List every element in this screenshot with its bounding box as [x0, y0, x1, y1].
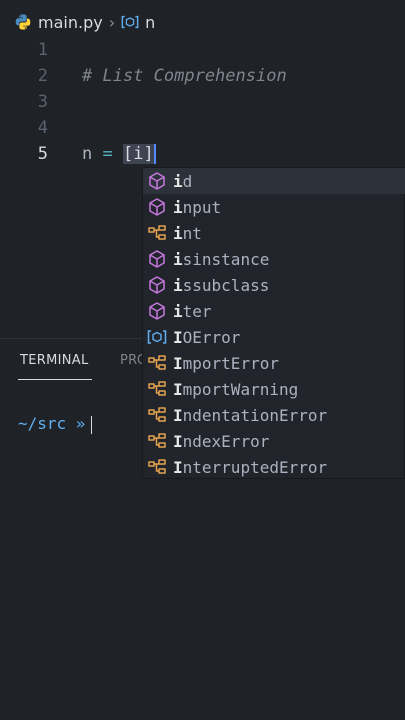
class-icon — [148, 355, 166, 370]
suggestion-item[interactable]: IndexError — [143, 428, 405, 454]
code-line-2[interactable]: 2 # List Comprehension — [0, 63, 405, 89]
python-file-icon — [15, 14, 31, 30]
suggestion-rest: nt — [182, 223, 202, 243]
suggestion-item[interactable]: InterruptedError — [143, 454, 405, 480]
suggestion-rest: mportWarning — [182, 379, 299, 399]
suggestion-rest: OError — [182, 327, 241, 347]
suggestion-rest: nterruptedError — [182, 457, 328, 477]
class-icon — [148, 381, 166, 396]
suggestion-item[interactable]: ImportError — [143, 350, 405, 376]
terminal-prompt: ~/src » — [18, 414, 86, 433]
suggestion-item[interactable]: i nput — [143, 194, 405, 220]
suggestion-match: i — [173, 275, 183, 295]
line-number: 3 — [37, 92, 48, 112]
bracket-open: [ — [123, 144, 134, 164]
suggestion-rest: sinstance — [182, 249, 270, 269]
variable-token: n — [82, 144, 93, 164]
breadcrumb-symbol[interactable]: n — [145, 13, 155, 32]
active-tab-indicator — [18, 379, 92, 380]
suggestion-match: i — [173, 171, 183, 191]
line-number: 4 — [37, 118, 48, 138]
suggestion-item[interactable]: i ter — [143, 298, 405, 324]
typed-token: i — [133, 144, 144, 164]
class-icon — [148, 407, 166, 422]
suggestion-match: I — [173, 353, 183, 373]
code-line-4[interactable]: 4 — [0, 115, 405, 141]
suggestion-match: i — [173, 249, 183, 269]
suggestion-rest: ssubclass — [182, 275, 270, 295]
chevron-right-icon: › — [108, 12, 116, 32]
text-cursor — [153, 144, 156, 164]
suggestion-match: I — [173, 457, 183, 477]
cube-icon — [149, 250, 165, 268]
suggestion-item[interactable]: id — [143, 168, 405, 194]
code-line-3[interactable]: 3 — [0, 89, 405, 115]
code-line-1[interactable]: 1 — [0, 37, 405, 63]
variable-icon — [147, 330, 167, 344]
class-icon — [148, 225, 166, 240]
code-text[interactable]: n = [i] — [82, 141, 156, 167]
suggestion-item[interactable]: i ssubclass — [143, 272, 405, 298]
suggestion-rest: nput — [182, 197, 222, 217]
cube-icon — [149, 276, 165, 294]
suggestion-item[interactable]: IndentationError — [143, 402, 405, 428]
tab-terminal[interactable]: TERMINAL — [20, 353, 89, 368]
suggestion-rest: ter — [182, 301, 212, 321]
suggestion-rest: ndexError — [182, 431, 270, 451]
breadcrumb-file[interactable]: main.py — [38, 13, 103, 32]
code-line-5[interactable]: 5 n = [i] — [0, 141, 405, 167]
suggestion-match: i — [173, 197, 183, 217]
line-number: 5 — [37, 144, 48, 164]
operator-token: = — [102, 144, 113, 164]
terminal-cursor — [91, 415, 93, 434]
variable-icon — [121, 15, 139, 29]
suggestion-match: I — [173, 405, 183, 425]
terminal-prompt-line[interactable]: ~/src » — [18, 414, 93, 434]
suggestion-match: I — [173, 431, 183, 451]
line-number: 2 — [37, 66, 48, 86]
suggestion-match: I — [173, 327, 183, 347]
suggestion-item[interactable]: i sinstance — [143, 246, 405, 272]
cube-icon — [149, 198, 165, 216]
suggestion-match: I — [173, 379, 183, 399]
suggestion-rest: mportError — [182, 353, 279, 373]
suggestion-match: i — [173, 223, 183, 243]
line-number: 1 — [37, 40, 48, 60]
cube-icon — [149, 302, 165, 320]
suggestion-item[interactable]: ImportWarning — [143, 376, 405, 402]
suggestion-rest: d — [182, 171, 193, 191]
suggestion-item[interactable]: i nt — [143, 220, 405, 246]
cube-icon — [149, 172, 165, 190]
suggestion-rest: ndentationError — [182, 405, 328, 425]
bracket-close: ] — [143, 144, 154, 164]
class-icon — [148, 459, 166, 474]
suggestion-match: i — [173, 301, 183, 321]
class-icon — [148, 433, 166, 448]
suggestion-item[interactable]: I OError — [143, 324, 405, 350]
comment-text[interactable]: # List Comprehension — [82, 63, 287, 89]
autocomplete-list[interactable]: i d i nput i nt i sinstance i ssubclass i ter I OErro… — [142, 167, 405, 479]
